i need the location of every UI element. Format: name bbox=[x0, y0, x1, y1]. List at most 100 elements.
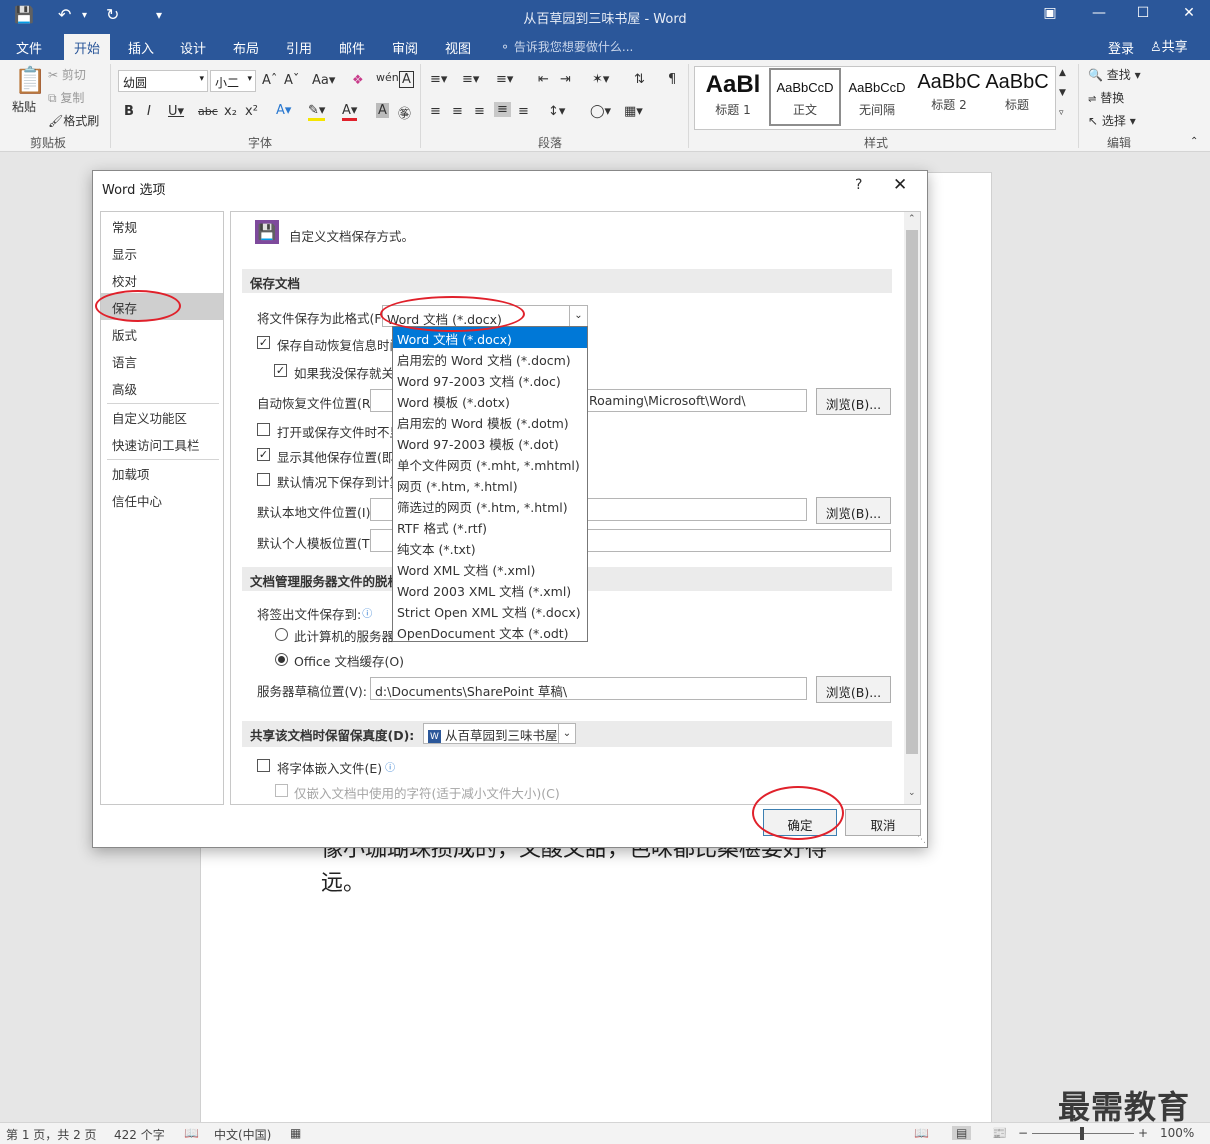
format-option[interactable]: Strict Open XML 文档 (*.docx) bbox=[393, 600, 587, 621]
collapse-ribbon-icon[interactable]: ⌃ bbox=[1190, 136, 1198, 147]
center-icon[interactable]: ≡ bbox=[452, 104, 463, 119]
select-button[interactable]: ↖ 选择 ▾ bbox=[1088, 112, 1136, 129]
distributed-icon[interactable]: ≡ bbox=[518, 104, 529, 119]
login-link[interactable]: 登录 bbox=[1108, 38, 1134, 57]
paste-button[interactable]: 粘贴 bbox=[12, 98, 36, 115]
text-effects-icon[interactable]: A▾ bbox=[276, 103, 291, 118]
nav-save[interactable]: 保存 bbox=[101, 293, 223, 320]
format-option[interactable]: 启用宏的 Word 模板 (*.dotm) bbox=[393, 411, 587, 432]
word-count[interactable]: 422 个字 bbox=[114, 1126, 165, 1143]
print-layout-icon[interactable]: ▤ bbox=[952, 1126, 972, 1140]
italic-icon[interactable]: I bbox=[147, 104, 151, 119]
clear-format-icon[interactable]: ❖ bbox=[352, 73, 364, 88]
tab-mailings[interactable]: 邮件 bbox=[339, 38, 365, 57]
justify-icon[interactable]: ≡ bbox=[494, 102, 511, 117]
tab-design[interactable]: 设计 bbox=[180, 38, 206, 57]
nav-display[interactable]: 显示 bbox=[101, 239, 223, 266]
nav-general[interactable]: 常规 bbox=[101, 212, 223, 239]
chinese-layout-icon[interactable]: ✶▾ bbox=[592, 72, 609, 87]
gallery-up-icon[interactable]: ▲ bbox=[1059, 68, 1066, 78]
autorecover-checkbox[interactable]: ✓ bbox=[257, 336, 270, 349]
show-marks-icon[interactable]: ¶ bbox=[668, 72, 676, 87]
font-name-combo[interactable]: 幼圆 ▾ bbox=[118, 70, 208, 92]
ribbon-display-icon[interactable]: ▣ bbox=[1035, 5, 1065, 21]
format-option[interactable]: OpenDocument 文本 (*.odt) bbox=[393, 621, 587, 642]
nav-proofing[interactable]: 校对 bbox=[101, 266, 223, 293]
line-spacing-icon[interactable]: ↕▾ bbox=[548, 104, 565, 119]
cancel-button[interactable]: 取消 bbox=[845, 809, 921, 836]
dont-show-backstage-checkbox[interactable] bbox=[257, 423, 270, 436]
nav-language[interactable]: 语言 bbox=[101, 347, 223, 374]
scroll-down-icon[interactable]: ⌄ bbox=[908, 788, 916, 798]
shading-icon[interactable]: ◯▾ bbox=[590, 104, 611, 119]
format-option[interactable]: Word 模板 (*.dotx) bbox=[393, 390, 587, 411]
help-icon[interactable]: ? bbox=[855, 177, 862, 193]
enclose-char-icon[interactable]: ㉇ bbox=[398, 103, 411, 122]
copy-button[interactable]: ⧉ 复制 bbox=[48, 89, 84, 106]
style-title[interactable]: AaBbC 标题 bbox=[982, 68, 1052, 126]
font-color-icon[interactable]: A▾ bbox=[342, 103, 358, 121]
cut-button[interactable]: ✂ 剪切 bbox=[48, 66, 86, 83]
format-painter-button[interactable]: 🖌格式刷 bbox=[48, 112, 99, 129]
read-mode-icon[interactable]: 📖 bbox=[914, 1126, 929, 1140]
server-drafts-input[interactable]: d:\Documents\SharePoint 草稿\ bbox=[370, 677, 807, 700]
server-location-radio[interactable] bbox=[275, 628, 288, 641]
nav-quick-access[interactable]: 快速访问工具栏 bbox=[101, 430, 223, 457]
zoom-slider-handle[interactable] bbox=[1080, 1127, 1084, 1140]
numbering-icon[interactable]: ≡▾ bbox=[462, 72, 479, 87]
format-option[interactable]: 单个文件网页 (*.mht, *.mhtml) bbox=[393, 453, 587, 474]
proofing-icon[interactable]: 📖 bbox=[184, 1126, 199, 1140]
subscript-icon[interactable]: x₂ bbox=[224, 104, 237, 119]
align-right-icon[interactable]: ≡ bbox=[474, 104, 485, 119]
tab-home[interactable]: 开始 bbox=[64, 34, 111, 60]
format-option[interactable]: Word 97-2003 模板 (*.dot) bbox=[393, 432, 587, 453]
nav-advanced[interactable]: 高级 bbox=[101, 374, 223, 401]
underline-icon[interactable]: U▾ bbox=[168, 104, 184, 119]
paste-icon[interactable]: 📋 bbox=[14, 66, 46, 96]
language-indicator[interactable]: 中文(中国) bbox=[214, 1126, 271, 1143]
scroll-up-icon[interactable]: ⌃ bbox=[908, 214, 916, 224]
format-option[interactable]: Word XML 文档 (*.xml) bbox=[393, 558, 587, 579]
nav-typography[interactable]: 版式 bbox=[101, 320, 223, 347]
tab-view[interactable]: 视图 bbox=[445, 38, 471, 57]
macro-icon[interactable]: ▦ bbox=[290, 1126, 301, 1140]
sort-icon[interactable]: ⇅ bbox=[634, 72, 645, 87]
align-left-icon[interactable]: ≡ bbox=[430, 104, 441, 119]
browse-autorecover-button[interactable]: 浏览(B)... bbox=[816, 388, 891, 415]
nav-customize-ribbon[interactable]: 自定义功能区 bbox=[101, 403, 223, 430]
font-size-combo[interactable]: 小二 ▾ bbox=[210, 70, 256, 92]
tab-insert[interactable]: 插入 bbox=[128, 38, 154, 57]
tab-references[interactable]: 引用 bbox=[286, 38, 312, 57]
char-shading-icon[interactable]: A bbox=[376, 103, 389, 118]
decrease-indent-icon[interactable]: ⇤ bbox=[538, 72, 549, 87]
style-normal[interactable]: AaBbCcD 正文 bbox=[769, 68, 841, 126]
shrink-font-icon[interactable]: Aˇ bbox=[284, 73, 299, 88]
keep-last-version-checkbox[interactable]: ✓ bbox=[274, 364, 287, 377]
zoom-out-icon[interactable]: − bbox=[1018, 1126, 1028, 1140]
superscript-icon[interactable]: x² bbox=[245, 104, 258, 119]
format-option[interactable]: 筛选过的网页 (*.htm, *.html) bbox=[393, 495, 587, 516]
nav-add-ins[interactable]: 加载项 bbox=[101, 459, 223, 486]
find-button[interactable]: 🔍 查找 ▾ bbox=[1088, 66, 1141, 83]
share-button[interactable]: ♙共享 bbox=[1150, 36, 1188, 55]
style-heading-2[interactable]: AaBbC 标题 2 bbox=[913, 68, 985, 126]
style-heading-1[interactable]: AaBl 标题 1 bbox=[697, 68, 769, 126]
bold-icon[interactable]: B bbox=[124, 104, 134, 119]
bullets-icon[interactable]: ≡▾ bbox=[430, 72, 447, 87]
nav-trust-center[interactable]: 信任中心 bbox=[101, 486, 223, 513]
content-scrollbar[interactable]: ⌃ ⌄ bbox=[904, 212, 920, 804]
page-count[interactable]: 第 1 页，共 2 页 bbox=[6, 1126, 97, 1143]
replace-button[interactable]: ⇌ 替换 bbox=[1088, 89, 1124, 106]
increase-indent-icon[interactable]: ⇥ bbox=[560, 72, 571, 87]
change-case-icon[interactable]: Aa▾ bbox=[312, 73, 335, 88]
scroll-thumb[interactable] bbox=[906, 230, 918, 754]
grow-font-icon[interactable]: Aˆ bbox=[262, 73, 277, 88]
browse-default-local-button[interactable]: 浏览(B)... bbox=[816, 497, 891, 524]
gallery-down-icon[interactable]: ▼ bbox=[1059, 88, 1066, 98]
save-format-select[interactable]: Word 文档 (*.docx) ⌄ bbox=[382, 305, 588, 327]
web-layout-icon[interactable]: 📰 bbox=[992, 1126, 1007, 1140]
gallery-more-icon[interactable]: ▿ bbox=[1059, 108, 1064, 118]
tab-layout[interactable]: 布局 bbox=[233, 38, 259, 57]
maximize-icon[interactable]: ☐ bbox=[1128, 5, 1158, 21]
format-option[interactable]: 网页 (*.htm, *.html) bbox=[393, 474, 587, 495]
